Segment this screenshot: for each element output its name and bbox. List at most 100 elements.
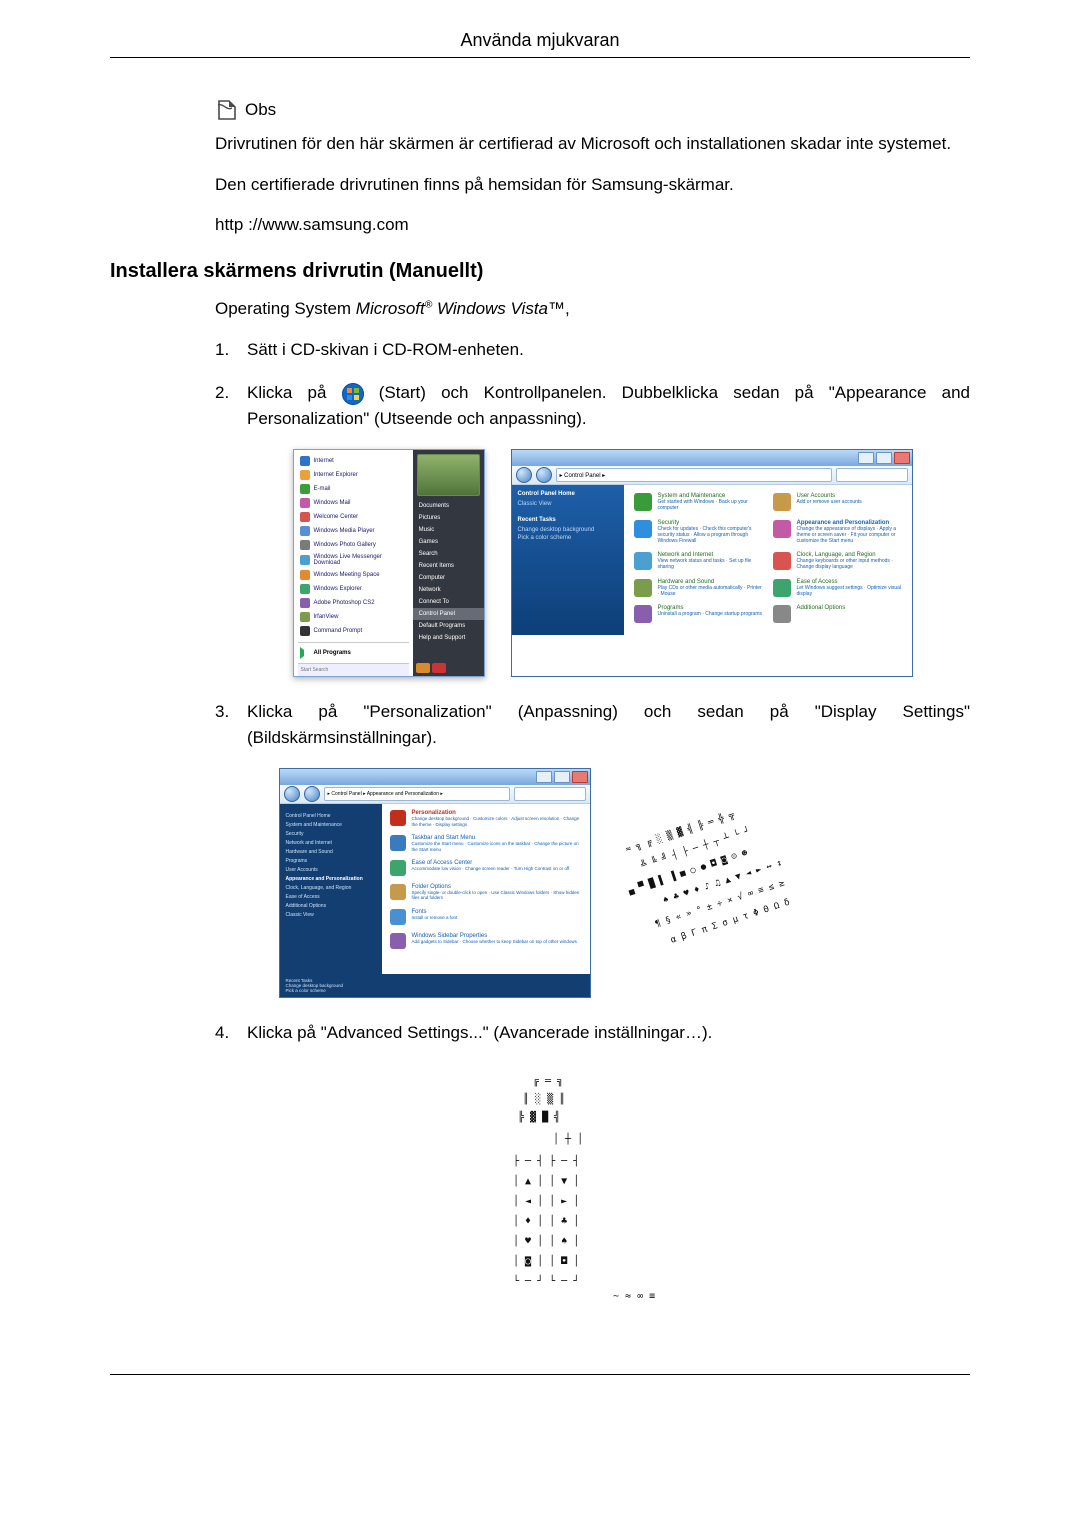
- p-item[interactable]: PersonalizationChange desktop background…: [390, 810, 582, 827]
- p-side-link[interactable]: System and Maintenance: [286, 822, 376, 828]
- cp-category[interactable]: Network and InternetView network status …: [634, 552, 763, 574]
- step-4-number: 4.: [215, 1020, 247, 1046]
- window-maximize-button[interactable]: [876, 452, 892, 464]
- start-menu-right-item[interactable]: Documents: [413, 500, 484, 512]
- os-prefix: Operating System: [215, 299, 356, 318]
- nav-back-button[interactable]: [284, 786, 300, 802]
- p-side-link[interactable]: Ease of Access: [286, 894, 376, 900]
- start-menu-search[interactable]: Start Search: [298, 663, 409, 676]
- start-menu-right-item[interactable]: Network: [413, 584, 484, 596]
- nav-forward-button[interactable]: [536, 467, 552, 483]
- p-item[interactable]: Ease of Access CenterAccommodate low vis…: [390, 860, 582, 876]
- p-side-link[interactable]: Clock, Language, and Region: [286, 885, 376, 891]
- window-minimize-button[interactable]: [536, 771, 552, 783]
- breadcrumb[interactable]: ▸ Control Panel ▸: [556, 468, 832, 482]
- category-icon: [773, 520, 791, 538]
- p-item[interactable]: Taskbar and Start MenuCustomize the Star…: [390, 835, 582, 852]
- cp-side-recent-2[interactable]: Pick a color scheme: [518, 535, 618, 541]
- category-icon: [634, 552, 652, 570]
- cp-category[interactable]: Ease of AccessLet Windows suggest settin…: [773, 579, 902, 601]
- step-1-number: 1.: [215, 337, 247, 363]
- category-icon: [773, 493, 791, 511]
- start-menu-right-item[interactable]: Recent Items: [413, 560, 484, 572]
- start-menu-item[interactable]: Windows Mail: [298, 496, 409, 510]
- cp-side-recent-1[interactable]: Change desktop background: [518, 527, 618, 533]
- p-side-link[interactable]: Programs: [286, 858, 376, 864]
- cp-side-recent-label: Recent Tasks: [518, 517, 618, 523]
- start-menu-right-item[interactable]: Games: [413, 536, 484, 548]
- window-close-button[interactable]: [894, 452, 910, 464]
- p-side-link[interactable]: Hardware and Sound: [286, 849, 376, 855]
- p-item[interactable]: Folder OptionsSpecify single- or double-…: [390, 884, 582, 901]
- start-menu-right-item[interactable]: Connect To: [413, 596, 484, 608]
- step-4-text: Klicka på "Advanced Settings..." (Avance…: [247, 1020, 970, 1046]
- cp-side-classic-view[interactable]: Classic View: [518, 501, 618, 507]
- start-menu-right-item[interactable]: Computer: [413, 572, 484, 584]
- p-recent-2[interactable]: Pick a color scheme: [286, 988, 584, 993]
- cp-category[interactable]: Clock, Language, and RegionChange keyboa…: [773, 552, 902, 574]
- start-menu-item[interactable]: Windows Photo Gallery: [298, 538, 409, 552]
- window-maximize-button[interactable]: [554, 771, 570, 783]
- app-icon: [300, 498, 310, 508]
- cp-search-box[interactable]: [836, 468, 908, 482]
- start-menu-right-item[interactable]: Help and Support: [413, 632, 484, 644]
- app-icon: [300, 470, 310, 480]
- start-menu-lock-button[interactable]: [432, 663, 446, 673]
- cp-category[interactable]: System and MaintenanceGet started with W…: [634, 493, 763, 515]
- start-menu-item[interactable]: Adobe Photoshop CS2: [298, 596, 409, 610]
- note-icon: [215, 98, 239, 122]
- p-side-link[interactable]: Additional Options: [286, 903, 376, 909]
- window-minimize-button[interactable]: [858, 452, 874, 464]
- window-close-button[interactable]: [572, 771, 588, 783]
- p-side-link[interactable]: Classic View: [286, 912, 376, 918]
- start-menu-right-item[interactable]: Pictures: [413, 512, 484, 524]
- start-menu-item[interactable]: Command Prompt: [298, 624, 409, 638]
- step-2-pre: Klicka på: [247, 383, 342, 402]
- start-menu-right-item[interactable]: Search: [413, 548, 484, 560]
- start-menu-item[interactable]: Internet: [298, 454, 409, 468]
- p-side-link[interactable]: Network and Internet: [286, 840, 376, 846]
- start-menu-power-button[interactable]: [416, 663, 430, 673]
- p-item[interactable]: FontsInstall or remove a font: [390, 909, 582, 925]
- start-menu-item[interactable]: IrfanView: [298, 610, 409, 624]
- start-menu-item[interactable]: Welcome Center: [298, 510, 409, 524]
- cp-search-box[interactable]: [514, 787, 586, 801]
- p-item[interactable]: Windows Sidebar PropertiesAdd gadgets to…: [390, 933, 582, 949]
- start-menu-item[interactable]: Internet Explorer: [298, 468, 409, 482]
- category-icon: [634, 605, 652, 623]
- start-menu-item[interactable]: E-mail: [298, 482, 409, 496]
- breadcrumb[interactable]: ▸ Control Panel ▸ Appearance and Persona…: [324, 787, 510, 801]
- p-side-link[interactable]: Appearance and Personalization: [286, 876, 376, 882]
- p-side-link[interactable]: Security: [286, 831, 376, 837]
- cp-category[interactable]: SecurityCheck for updates · Check this c…: [634, 520, 763, 548]
- p-side-link[interactable]: User Accounts: [286, 867, 376, 873]
- start-menu-item[interactable]: Windows Live Messenger Download: [298, 552, 409, 568]
- start-menu-right-item[interactable]: Control Panel: [413, 608, 484, 620]
- cp-category[interactable]: User AccountsAdd or remove user accounts: [773, 493, 902, 515]
- start-menu-item[interactable]: Windows Explorer: [298, 582, 409, 596]
- step-4: 4. Klicka på "Advanced Settings..." (Ava…: [215, 1020, 970, 1046]
- start-menu-item-label: IrfanView: [314, 614, 339, 620]
- nav-forward-button[interactable]: [304, 786, 320, 802]
- cp-category[interactable]: ProgramsUninstall a program · Change sta…: [634, 605, 763, 627]
- svg-text:│ ♥ │ │ ♠ │: │ ♥ │ │ ♠ │: [513, 1234, 579, 1247]
- svg-text:~ ≈ ∞ ≡: ~ ≈ ∞ ≡: [613, 1291, 655, 1302]
- app-icon: [300, 512, 310, 522]
- start-menu-right-item[interactable]: Default Programs: [413, 620, 484, 632]
- start-menu-all-programs[interactable]: All Programs: [298, 642, 409, 663]
- start-menu-item-label: Welcome Center: [314, 514, 359, 520]
- svg-text:╠ ▓ █ ╣: ╠ ▓ █ ╣: [518, 1110, 560, 1123]
- nav-back-button[interactable]: [516, 467, 532, 483]
- cp-category[interactable]: Appearance and PersonalizationChange the…: [773, 520, 902, 548]
- start-menu-item[interactable]: Windows Media Player: [298, 524, 409, 538]
- app-icon: [300, 570, 310, 580]
- cp-side-head[interactable]: Control Panel Home: [518, 491, 618, 497]
- start-menu-right-item[interactable]: Music: [413, 524, 484, 536]
- p-side-link[interactable]: Control Panel Home: [286, 813, 376, 819]
- app-icon: [300, 555, 310, 565]
- app-icon: [300, 584, 310, 594]
- start-menu-avatar: [417, 454, 480, 496]
- cp-category[interactable]: Hardware and SoundPlay CDs or other medi…: [634, 579, 763, 601]
- cp-category[interactable]: Additional Options: [773, 605, 902, 627]
- start-menu-item[interactable]: Windows Meeting Space: [298, 568, 409, 582]
